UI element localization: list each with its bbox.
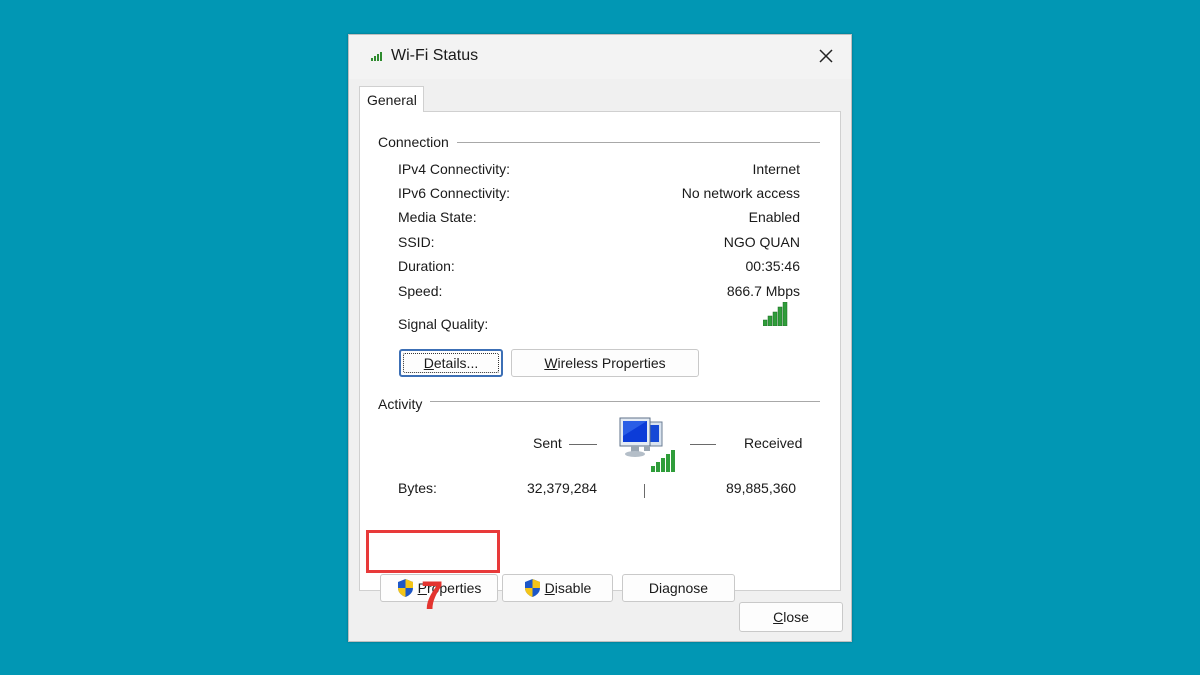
activity-divider (380, 401, 820, 402)
wifi-signal-icon (371, 52, 382, 61)
ipv4-value: Internet (752, 161, 800, 177)
wireless-accel: W (544, 355, 558, 371)
ipv4-label: IPv4 Connectivity: (398, 161, 511, 177)
activity-divider-tick (644, 484, 645, 498)
network-computers-icon (619, 417, 675, 472)
diagnose-button[interactable]: Diagnose (622, 574, 735, 602)
media-state-label: Media State: (398, 209, 477, 225)
connection-group-title: Connection (378, 134, 457, 150)
ssid-value: NGO QUAN (723, 234, 800, 250)
wireless-label: ireless Properties (557, 355, 666, 371)
signal-quality-label: Signal Quality: (398, 316, 489, 332)
details-label: etails... (433, 355, 479, 371)
received-line (690, 444, 716, 445)
window-title: Wi-Fi Status (391, 47, 479, 64)
sent-line (569, 444, 597, 445)
close-label: lose (783, 609, 809, 625)
diagnose-label: Diagnose (648, 580, 709, 596)
bytes-received-value: 89,885,360 (726, 480, 797, 496)
annotation-highlight-box (366, 530, 500, 573)
media-state-value: Enabled (748, 209, 800, 225)
signal-quality-icon (763, 302, 788, 326)
general-panel: Connection IPv4 Connectivity: Internet I… (359, 111, 841, 602)
disable-button[interactable]: Disable (502, 574, 613, 602)
bytes-sent-value: 32,379,284 (527, 480, 598, 496)
duration-label: Duration: (398, 258, 455, 274)
close-accel: C (773, 609, 784, 625)
ssid-label: SSID: (398, 234, 435, 250)
close-icon[interactable] (815, 45, 837, 67)
wireless-properties-button[interactable]: Wireless Properties (511, 349, 699, 377)
details-accel: D (423, 355, 434, 371)
sent-label: Sent (533, 435, 562, 451)
received-label: Received (744, 435, 803, 451)
annotation-step-number: 7 (421, 574, 444, 618)
title-bar: Wi-Fi Status (349, 35, 851, 79)
disable-label: isable (554, 580, 592, 596)
activity-group-title: Activity (378, 396, 431, 412)
shield-icon (524, 579, 540, 597)
speed-label: Speed: (398, 283, 443, 299)
details-button[interactable]: Details... (399, 349, 503, 377)
speed-value: 866.7 Mbps (726, 283, 800, 299)
shield-icon (397, 579, 413, 597)
bytes-label: Bytes: (398, 480, 437, 496)
disable-accel: D (544, 580, 555, 596)
ipv6-label: IPv6 Connectivity: (398, 185, 511, 201)
tab-general[interactable]: General (359, 86, 424, 112)
close-button[interactable]: Close (739, 602, 843, 632)
ipv6-value: No network access (681, 185, 800, 201)
duration-value: 00:35:46 (745, 258, 801, 274)
